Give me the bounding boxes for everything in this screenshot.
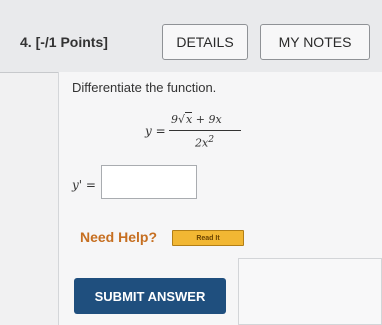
my-notes-button[interactable]: MY NOTES [260, 24, 370, 60]
side-panel [238, 258, 382, 325]
formula-denominator: 2x2 [195, 134, 214, 150]
numerator-coefficient: 9 [171, 113, 178, 126]
formula-numerator: 9√x + 9x [171, 112, 222, 126]
need-help-label: Need Help? [80, 229, 158, 245]
submit-answer-button[interactable]: SUBMIT ANSWER [74, 278, 226, 314]
question-page: 4. [-/1 Points] DETAILS MY NOTES Differe… [0, 0, 382, 325]
fraction-bar [169, 130, 241, 131]
answer-input[interactable] [101, 165, 197, 199]
read-it-button[interactable]: Read It [172, 230, 244, 246]
formula-lhs: y = [145, 124, 166, 138]
question-title: 4. [-/1 Points] [20, 34, 108, 50]
denominator-base: 2x [195, 136, 209, 150]
question-header: 4. [-/1 Points] DETAILS MY NOTES [0, 0, 382, 73]
question-number: 4. [20, 34, 32, 50]
denominator-exponent: 2 [208, 134, 215, 145]
details-button[interactable]: DETAILS [162, 24, 248, 60]
answer-label: y' = [72, 178, 96, 192]
question-points: [-/1 Points] [35, 34, 108, 50]
numerator-rest: + 9x [192, 113, 222, 126]
question-prompt: Differentiate the function. [72, 80, 217, 95]
